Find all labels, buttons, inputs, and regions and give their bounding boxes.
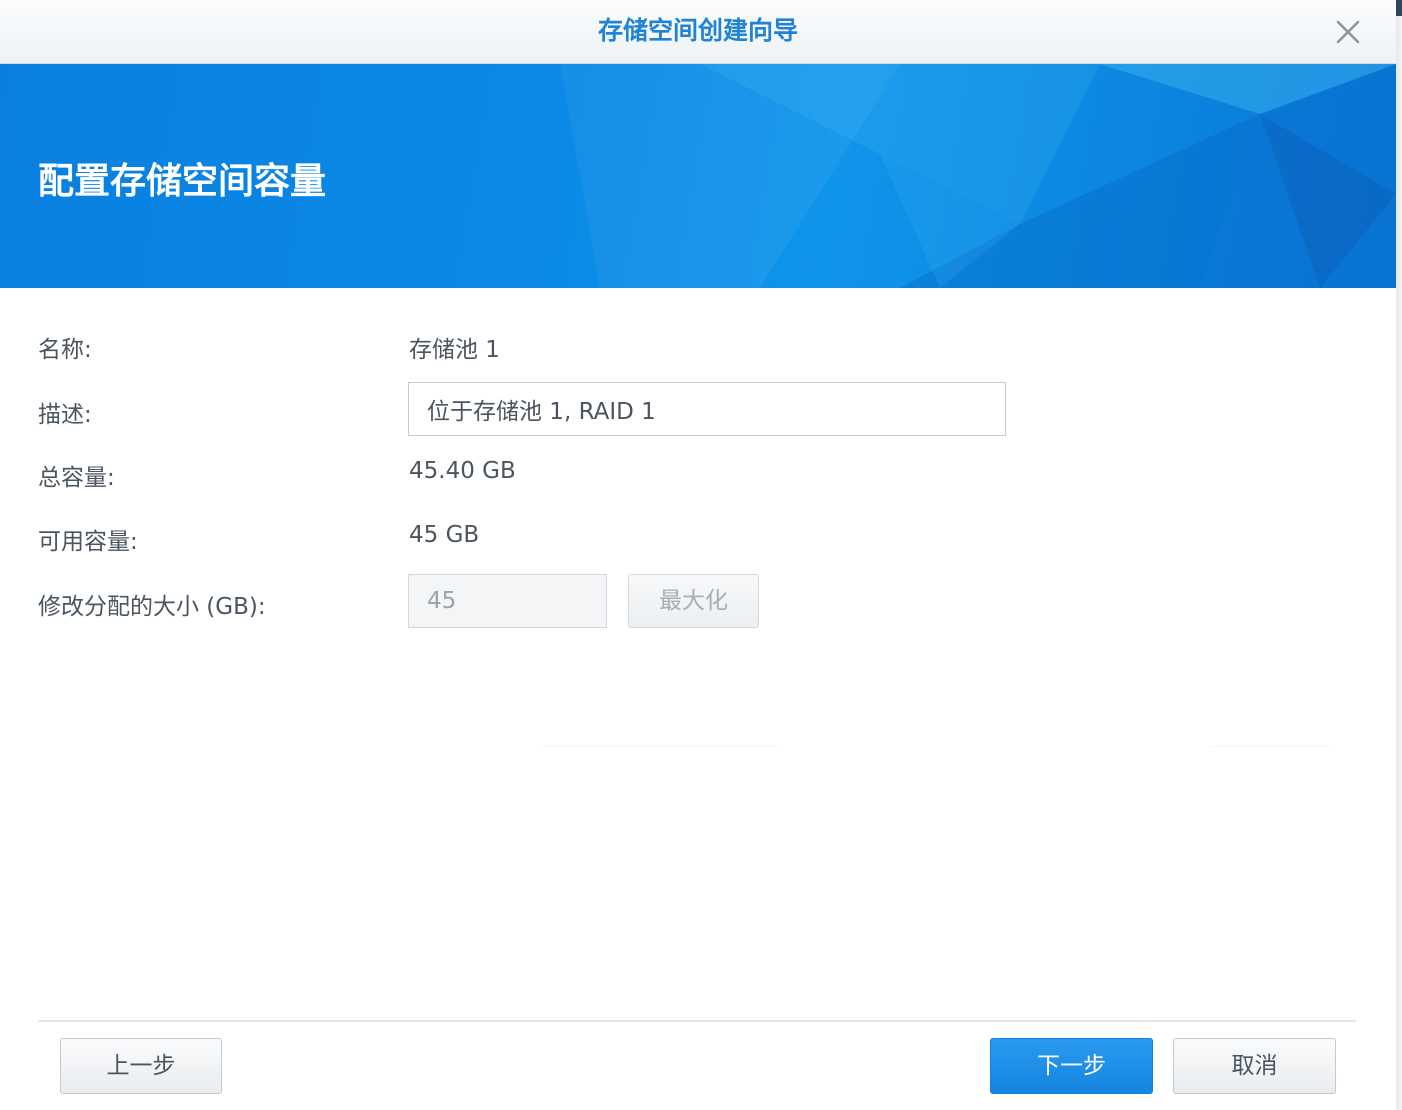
step-banner: 配置存储空间容量 [0,64,1396,288]
dialog-titlebar: 存储空间创建向导 [0,0,1396,64]
total-capacity-label: 总容量: [38,465,115,491]
name-value: 存储池 1 [409,337,500,363]
close-icon [1336,20,1360,44]
dialog-title: 存储空间创建向导 [597,16,798,45]
step-heading: 配置存储空间容量 [38,161,327,202]
window-edge [1396,0,1402,1110]
allocated-size-input[interactable] [408,574,607,628]
name-label: 名称: [38,337,92,363]
divider [1210,746,1330,747]
allocated-size-label: 修改分配的大小 (GB): [38,594,266,620]
screen: 存储空间创建向导 配置存储空间容量 名称: 存储池 1 描述: 位于存储池 1,… [0,0,1402,1110]
cancel-button[interactable]: 取消 [1173,1038,1336,1094]
next-button[interactable]: 下一步 [990,1038,1153,1094]
total-capacity-value: 45.40 GB [409,458,516,484]
available-capacity-label: 可用容量: [38,529,138,555]
available-capacity-value: 45 GB [409,522,480,548]
back-button[interactable]: 上一步 [60,1038,222,1094]
footer-divider [38,1020,1356,1022]
window-edge-corner [1396,0,1402,16]
description-label: 描述: [38,402,92,428]
maximize-button[interactable]: 最大化 [628,574,759,628]
divider [540,746,780,747]
description-input[interactable] [408,382,1006,436]
storage-wizard-dialog: 存储空间创建向导 配置存储空间容量 名称: 存储池 1 描述: 位于存储池 1,… [0,0,1396,1110]
close-button[interactable] [1330,14,1366,50]
